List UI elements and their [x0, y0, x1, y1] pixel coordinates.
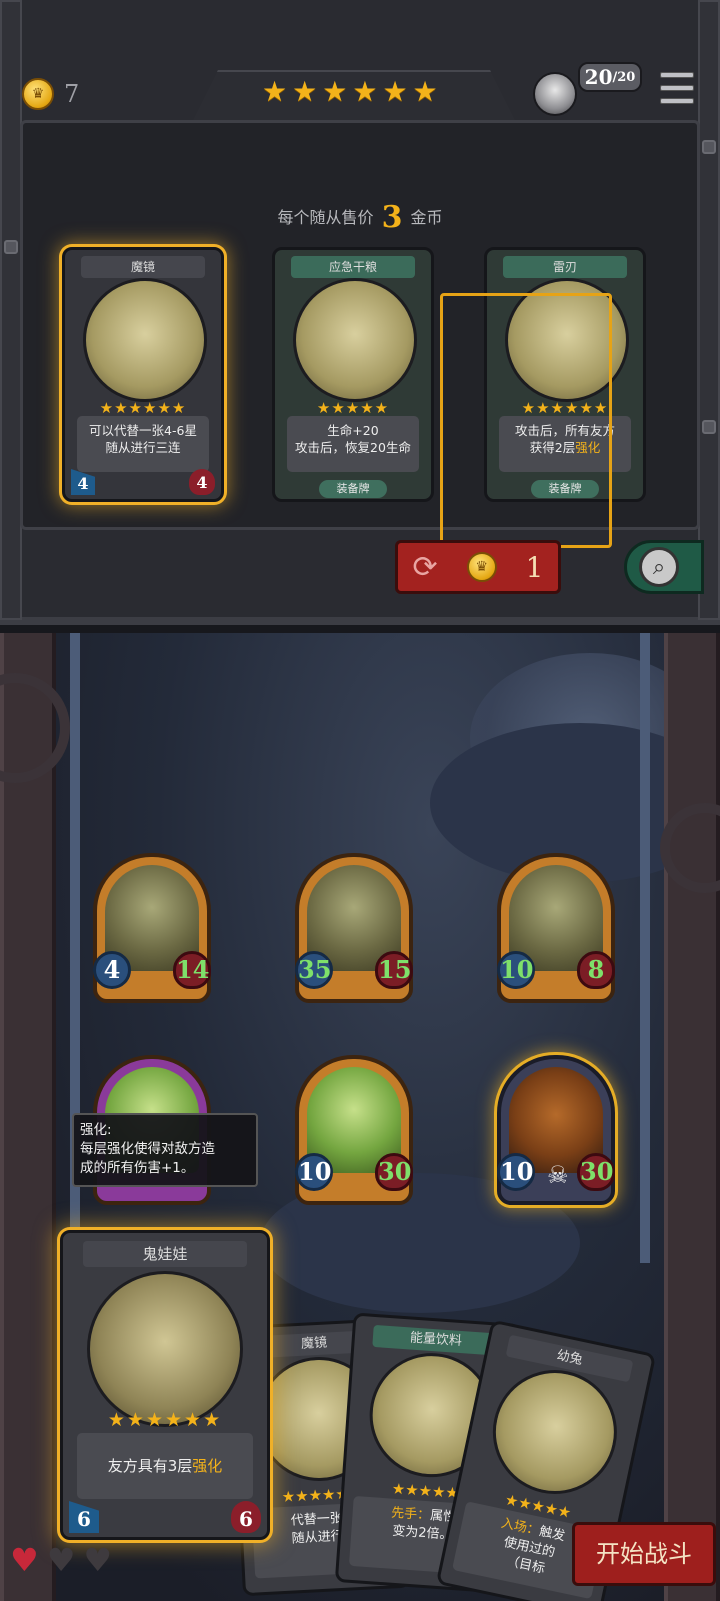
price-suffix: 金币 — [410, 208, 443, 227]
board-unit[interactable]: 4 14 — [93, 853, 211, 1003]
price-value: 3 — [381, 200, 403, 235]
right-pillar — [664, 633, 720, 1601]
bolt-decoration — [702, 420, 716, 434]
card-title: 鬼娃娃 — [83, 1241, 247, 1267]
star-icon: ★ — [382, 75, 408, 108]
board-unit[interactable]: 10 30 — [295, 1055, 413, 1205]
card-description: 可以代替一张4-6星 随从进行三连 — [77, 416, 209, 472]
refresh-icon: ⟳ — [412, 549, 438, 585]
unit-attack: 35 — [295, 951, 333, 989]
equipment-tag: 装备牌 — [319, 480, 387, 498]
player-hp-bubble: 20/20 — [578, 62, 642, 92]
menu-button[interactable] — [660, 72, 694, 104]
bolt-decoration — [702, 140, 716, 154]
coin-icon: ♛ — [22, 78, 54, 110]
menu-icon — [660, 72, 694, 78]
health-badge: 4 — [189, 469, 215, 495]
card-stars: ★★★★★★ — [107, 1409, 223, 1431]
unit-health: 30 — [375, 1153, 413, 1191]
card-stars: ★★★★★ — [316, 399, 390, 417]
card-title: 应急干粮 — [291, 256, 415, 278]
unit-health: 14 — [173, 951, 211, 989]
card-title: 雷刃 — [503, 256, 627, 278]
keyword-tooltip: 强化: 每层强化使得对敌方造 成的所有伤害+1。 — [72, 1113, 258, 1187]
unit-attack: 10 — [295, 1153, 333, 1191]
price-line: 每个随从售价 3 金币 — [0, 200, 720, 235]
attack-badge: 4 — [71, 469, 95, 495]
heart-icon: ♥ — [83, 1541, 113, 1579]
price-prefix: 每个随从售价 — [277, 208, 374, 227]
selection-frame — [440, 293, 612, 548]
frame-bar — [640, 633, 650, 1263]
unit-attack: 10 — [497, 1153, 535, 1191]
attack-badge: 6 — [69, 1501, 99, 1533]
star-icon: ★ — [322, 75, 348, 108]
card-description: 友方具有3层强化 — [77, 1433, 253, 1499]
gear-decoration — [0, 673, 70, 783]
hp-max: /20 — [612, 69, 636, 85]
hp-current: 20 — [584, 65, 613, 89]
search-icon: ⌕ — [639, 547, 679, 587]
heart-icon: ♥ — [46, 1541, 76, 1579]
shop-panel: ♛ 7 ★ ★ ★ ★ ★ ★ 20/20 每个随从售价 3 金币 魔镜 ★★★★★… — [0, 0, 720, 625]
shop-card-emergency-rations[interactable]: 应急干粮 ★★★★★ 生命+20 攻击后，恢复20生命 装备牌 — [272, 247, 434, 502]
unit-health: 30 — [577, 1153, 615, 1191]
heart-icon: ♥ — [10, 1541, 39, 1579]
card-art — [83, 278, 207, 402]
search-button[interactable]: ⌕ — [624, 540, 704, 594]
card-title: 魔镜 — [81, 256, 205, 278]
card-art — [481, 1358, 629, 1506]
lives: ♥ ♥ ♥ — [10, 1544, 112, 1576]
start-battle-button[interactable]: 开始战斗 — [572, 1522, 716, 1586]
refresh-cost: 1 — [525, 550, 544, 584]
card-art — [293, 278, 417, 402]
refresh-button[interactable]: ⟳ ♛ 1 — [395, 540, 561, 594]
star-icon: ★ — [292, 75, 318, 108]
right-rail — [698, 0, 720, 620]
card-art — [87, 1271, 243, 1427]
board-unit[interactable]: 10 ☠ 30 — [497, 1055, 615, 1205]
bolt-decoration — [4, 240, 18, 254]
card-title: 能量饮料 — [372, 1324, 500, 1356]
board-unit[interactable]: 35 15 — [295, 853, 413, 1003]
board-unit[interactable]: 10 8 — [497, 853, 615, 1003]
star-icon: ★ — [412, 75, 438, 108]
player-avatar[interactable] — [533, 72, 577, 116]
unit-attack: 4 — [93, 951, 131, 989]
unit-health: 15 — [375, 951, 413, 989]
card-stars: ★★★★★★ — [99, 399, 187, 417]
star-icon: ★ — [262, 75, 288, 108]
hand-card-ghost-doll[interactable]: 鬼娃娃 ★★★★★★ 友方具有3层强化 6 6 — [60, 1230, 270, 1540]
tier-stars: ★ ★ ★ ★ ★ ★ — [262, 78, 438, 106]
star-icon: ★ — [352, 75, 378, 108]
health-badge: 6 — [231, 1501, 261, 1533]
shop-card-magic-mirror[interactable]: 魔镜 ★★★★★★ 可以代替一张4-6星 随从进行三连 4 4 — [62, 247, 224, 502]
gold-count: 7 — [64, 80, 80, 108]
unit-attack: 10 — [497, 951, 535, 989]
gold-display: ♛ 7 — [22, 78, 79, 110]
card-description: 生命+20 攻击后，恢复20生命 — [287, 416, 419, 472]
unit-health: 8 — [577, 951, 615, 989]
skull-icon: ☠ — [547, 1161, 569, 1189]
coin-icon: ♛ — [466, 552, 497, 582]
left-rail — [0, 0, 22, 620]
